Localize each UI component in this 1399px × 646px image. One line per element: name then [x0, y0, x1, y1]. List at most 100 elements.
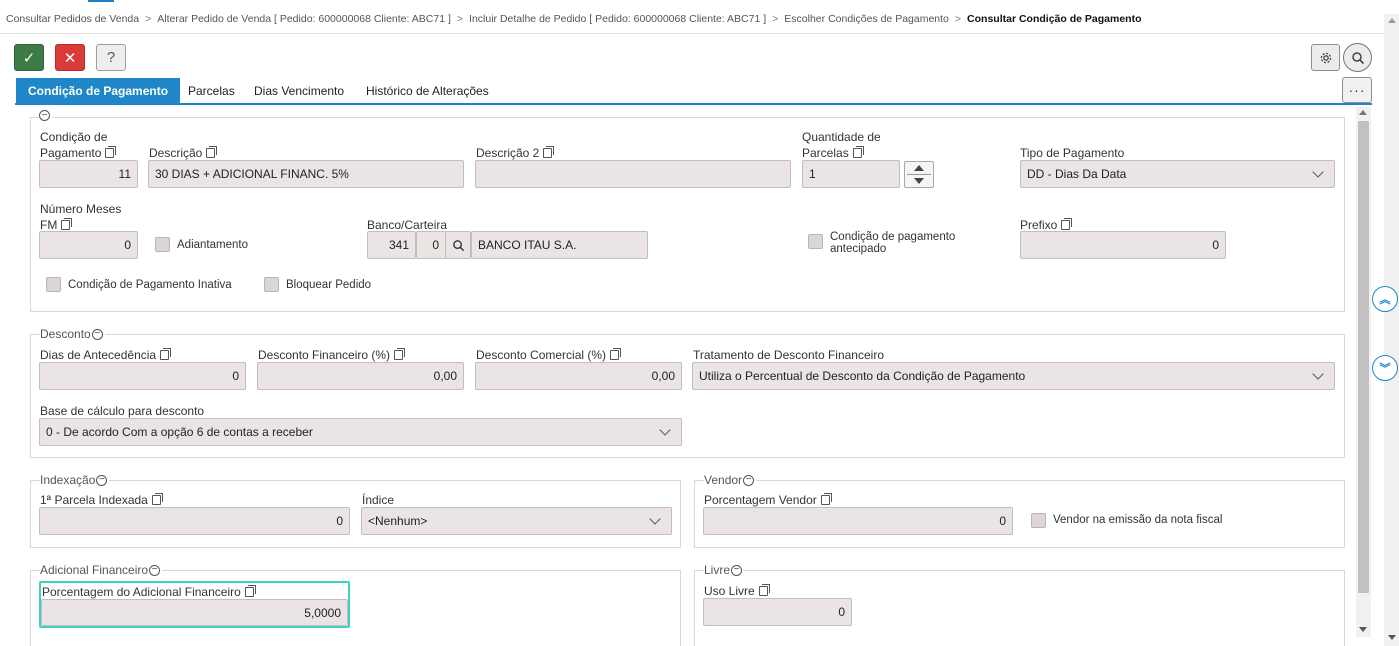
chevron-up-icon[interactable]	[914, 165, 924, 171]
collapse-icon[interactable]: −	[149, 564, 161, 576]
condicao-pagamento-field[interactable]: 11	[39, 160, 138, 188]
copy-icon[interactable]	[206, 146, 218, 158]
collapse-icon[interactable]: −	[96, 474, 108, 486]
num-meses-field[interactable]: 0	[39, 231, 138, 259]
help-button[interactable]: ?	[96, 44, 126, 71]
base-calculo-value: 0 - De acordo Com a opção 6 de contas a …	[46, 425, 313, 439]
tipo-pagamento-select[interactable]: DD - Dias Da Data	[1020, 160, 1335, 188]
chevron-down-icon[interactable]	[914, 178, 924, 184]
scroll-to-bottom-button[interactable]: ︾	[1372, 355, 1398, 381]
scroll-down-arrow-icon[interactable]	[1359, 627, 1367, 632]
desconto-comercial-label: Desconto Comercial (%)	[476, 347, 622, 363]
indice-select[interactable]: <Nenhum>	[361, 507, 672, 535]
banco-lookup-button[interactable]	[445, 231, 471, 259]
more-options-button[interactable]: ···	[1342, 77, 1372, 103]
main-section-legend: −	[39, 110, 52, 121]
page-scroll-up-icon[interactable]	[1388, 18, 1396, 23]
search-button[interactable]	[1343, 43, 1372, 72]
collapse-icon[interactable]: −	[91, 328, 103, 340]
tratamento-desconto-value: Utiliza o Percentual de Desconto da Cond…	[699, 369, 1026, 383]
copy-icon[interactable]	[160, 348, 172, 360]
desconto-section-legend: Desconto −	[40, 327, 105, 341]
scroll-to-top-button[interactable]: ︽	[1372, 286, 1398, 312]
copy-icon[interactable]	[151, 493, 163, 505]
carteira-code-field[interactable]: 0	[416, 231, 446, 259]
banco-code-field[interactable]: 341	[367, 231, 416, 259]
breadcrumb-separator: >	[456, 13, 464, 25]
chevron-down-icon	[649, 513, 661, 525]
copy-icon[interactable]	[244, 585, 256, 597]
cancel-button[interactable]: ✕	[55, 44, 85, 71]
banco-name-field[interactable]: BANCO ITAU S.A.	[471, 231, 648, 259]
livre-section-legend: Livre −	[704, 563, 745, 577]
breadcrumb-item-incluir-detalhe[interactable]: Incluir Detalhe de Pedido [ Pedido: 6000…	[469, 13, 766, 25]
base-calculo-select[interactable]: 0 - De acordo Com a opção 6 de contas a …	[39, 418, 682, 446]
tab-historico-alteracoes[interactable]: Histórico de Alterações	[354, 78, 501, 103]
top-accent-mark	[88, 0, 114, 2]
copy-icon[interactable]	[105, 146, 117, 158]
page-scrollbar[interactable]	[1384, 14, 1399, 646]
tratamento-desconto-select[interactable]: Utiliza o Percentual de Desconto da Cond…	[692, 362, 1335, 390]
collapse-icon[interactable]: −	[743, 474, 755, 486]
qtd-parcelas-stepper[interactable]	[904, 161, 934, 188]
breadcrumb-separator: >	[772, 13, 779, 25]
copy-icon[interactable]	[1061, 218, 1073, 230]
breadcrumb-separator: >	[145, 13, 152, 25]
uso-livre-label: Uso Livre	[704, 583, 770, 599]
breadcrumb-item-escolher-condicoes[interactable]: Escolher Condições de Pagamento	[784, 13, 949, 25]
collapse-icon[interactable]: −	[731, 564, 743, 576]
indexacao-section-legend: Indexação −	[40, 473, 110, 487]
ellipsis-icon: ···	[1348, 82, 1366, 98]
descricao2-field[interactable]	[475, 160, 791, 188]
copy-icon[interactable]	[820, 493, 832, 505]
desconto-financeiro-field[interactable]: 0,00	[257, 362, 464, 390]
copy-icon[interactable]	[610, 348, 622, 360]
header-divider	[0, 33, 1399, 34]
close-icon: ✕	[63, 49, 77, 67]
indexacao-title: Indexação	[40, 473, 96, 487]
cond-antecipado-checkbox[interactable]	[808, 234, 823, 249]
tab-dias-vencimento[interactable]: Dias Vencimento	[242, 78, 356, 103]
prefixo-field[interactable]: 0	[1020, 231, 1226, 259]
breadcrumb-item-consultar-pedidos[interactable]: Consultar Pedidos de Venda	[6, 13, 139, 25]
tab-condicao-pagamento[interactable]: Condição de Pagamento	[16, 78, 181, 103]
porcentagem-vendor-label: Porcentagem Vendor	[704, 492, 832, 508]
copy-icon[interactable]	[758, 584, 770, 596]
dias-antecedencia-label: Dias de Antecedência	[40, 347, 172, 363]
scroll-up-arrow-icon[interactable]	[1359, 110, 1367, 115]
adicional-title: Adicional Financeiro	[40, 563, 149, 577]
dias-antecedencia-field[interactable]: 0	[39, 362, 246, 390]
parcela-indexada-field[interactable]: 0	[39, 507, 350, 535]
chevron-down-icon	[1312, 166, 1324, 178]
breadcrumb-item-alterar-pedido[interactable]: Alterar Pedido de Venda [ Pedido: 600000…	[157, 13, 451, 25]
copy-icon[interactable]	[394, 348, 406, 360]
copy-icon[interactable]	[61, 218, 73, 230]
desconto-comercial-field[interactable]: 0,00	[475, 362, 682, 390]
condicao-pagamento-label: Condição de	[40, 130, 108, 144]
breadcrumb-current: Consultar Condição de Pagamento	[967, 13, 1142, 25]
condicao-pagamento-label-2: Pagamento	[40, 145, 117, 161]
page-scroll-down-icon[interactable]	[1388, 635, 1396, 640]
num-meses-label: Número Meses	[40, 202, 122, 216]
bloquear-pedido-checkbox[interactable]	[264, 277, 279, 292]
tratamento-desconto-label: Tratamento de Desconto Financeiro	[693, 348, 884, 362]
copy-icon[interactable]	[852, 146, 864, 158]
search-icon	[452, 239, 464, 251]
inativa-checkbox[interactable]	[46, 277, 61, 292]
bloquear-pedido-label: Bloquear Pedido	[286, 279, 372, 291]
collapse-icon[interactable]: −	[39, 110, 50, 121]
vendor-emissao-checkbox[interactable]	[1031, 513, 1046, 528]
adiantamento-checkbox[interactable]	[155, 237, 170, 252]
chevron-down-icon	[1312, 368, 1324, 380]
qtd-parcelas-field[interactable]: 1	[802, 160, 900, 188]
descricao-field[interactable]: 30 DIAS + ADICIONAL FINANC. 5%	[148, 160, 464, 188]
copy-icon[interactable]	[543, 146, 555, 158]
tab-parcelas[interactable]: Parcelas	[176, 78, 247, 103]
content-scrollbar-thumb[interactable]	[1358, 121, 1369, 593]
porcentagem-adicional-field[interactable]: 5,0000	[41, 599, 348, 626]
confirm-button[interactable]: ✓	[14, 44, 44, 71]
uso-livre-field[interactable]: 0	[703, 598, 852, 626]
settings-button[interactable]	[1311, 44, 1340, 71]
porcentagem-vendor-field[interactable]: 0	[703, 507, 1013, 535]
desconto-financeiro-label: Desconto Financeiro (%)	[258, 347, 406, 363]
